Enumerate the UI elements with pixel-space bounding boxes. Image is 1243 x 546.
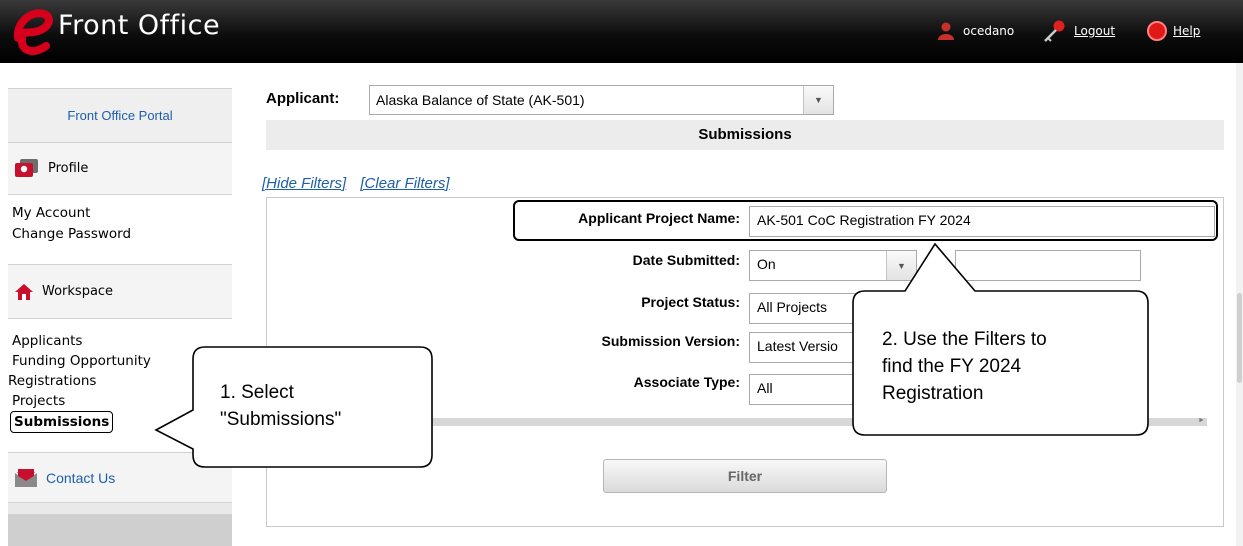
callout-shapes	[154, 242, 1149, 468]
callout-step-2: 2. Use the Filters to find the FY 2024 R…	[882, 326, 1047, 407]
callout-2-line-1: 2. Use the Filters to	[882, 329, 1047, 350]
callout-2-line-2: find the FY 2024	[882, 356, 1022, 377]
callout-2-line-3: Registration	[882, 383, 984, 404]
callout-1-line-1: 1. Select	[220, 382, 294, 403]
callout-step-1: 1. Select "Submissions"	[220, 379, 341, 433]
callout-1-line-2: "Submissions"	[220, 409, 342, 430]
